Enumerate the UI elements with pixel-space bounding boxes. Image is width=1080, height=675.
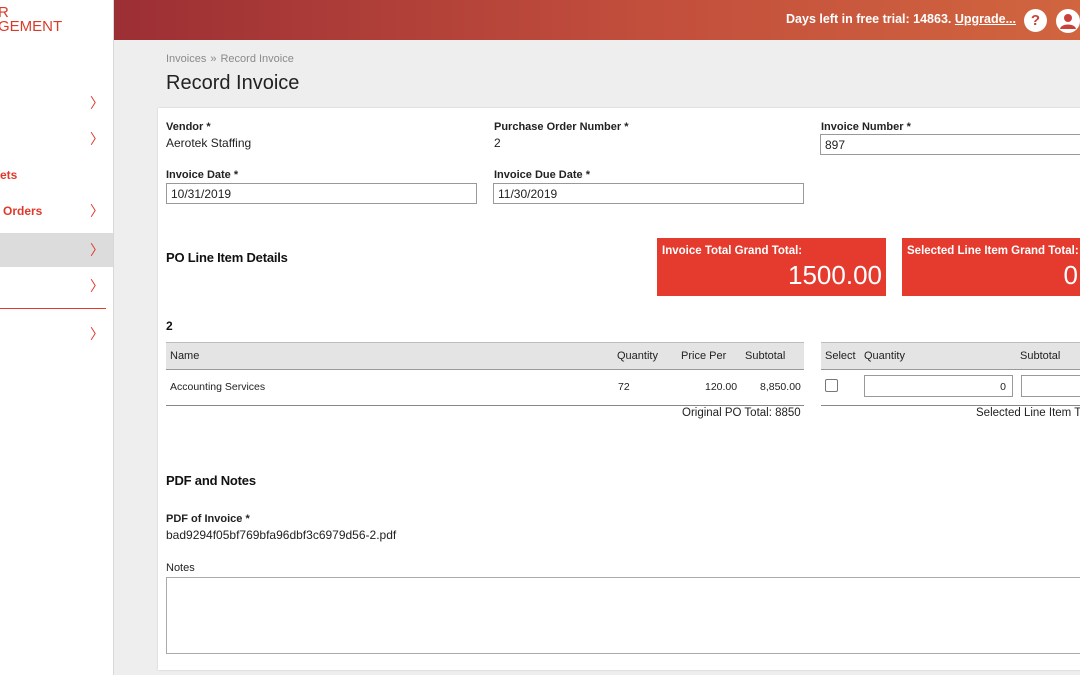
line-item-quantity-input[interactable]: 0 <box>864 375 1013 397</box>
column-name: Name <box>170 350 200 362</box>
line-item-select-checkbox[interactable] <box>825 379 838 392</box>
select-row-divider <box>821 405 1080 406</box>
chevron-right-icon: 〉 <box>90 278 104 294</box>
user-icon[interactable] <box>1056 9 1080 33</box>
sidebar-item-2[interactable]: 〉 <box>0 122 113 156</box>
breadcrumb-current: Record Invoice <box>220 53 294 65</box>
po-number-subheading: 2 <box>166 319 173 333</box>
po-number-label: Purchase Order Number * <box>494 121 629 133</box>
vendor-label: Vendor * <box>166 121 211 133</box>
invoice-number-label: Invoice Number * <box>821 121 911 133</box>
chevron-right-icon: 〉 <box>90 131 104 147</box>
invoice-total-value: 1500.00 <box>788 260 882 290</box>
vendor-value: Aerotek Staffing <box>166 136 252 150</box>
notes-label: Notes <box>166 562 195 574</box>
invoice-due-date-input[interactable]: 11/30/2019 <box>493 183 804 204</box>
breadcrumb-separator: » <box>210 53 217 65</box>
column-select-subtotal: Subtotal <box>1020 350 1061 362</box>
sidebar-item-label: Orders <box>3 204 43 218</box>
original-po-total: Original PO Total: 8850 <box>682 407 801 419</box>
row-price-per: 120.00 <box>705 381 738 393</box>
app-logo[interactable]: R GEMENT <box>0 5 63 35</box>
selected-total-box: Selected Line Item Grand Total: 0 <box>902 238 1080 296</box>
column-subtotal: Subtotal <box>745 350 786 362</box>
sidebar-item-invoices[interactable]: 〉 <box>0 233 113 267</box>
selected-total-label: Selected Line Item Grand Total: <box>907 245 1079 257</box>
breadcrumb-invoices-link[interactable]: Invoices <box>166 53 206 65</box>
po-number-value: 2 <box>494 136 501 150</box>
po-line-item-details-heading: PO Line Item Details <box>166 250 288 265</box>
invoice-due-date-label: Invoice Due Date * <box>494 169 590 181</box>
user-avatar-glyph <box>1060 14 1076 29</box>
chevron-right-icon: 〉 <box>90 95 104 111</box>
sidebar-item-budgets[interactable]: ets <box>0 158 113 192</box>
invoice-total-label: Invoice Total Grand Total: <box>662 245 803 257</box>
help-icon[interactable]: ? <box>1024 9 1047 32</box>
sidebar-item-purchase-orders[interactable]: Orders 〉 <box>0 194 113 228</box>
invoice-number-input[interactable]: 897 <box>820 134 1080 155</box>
upgrade-link[interactable]: Upgrade... <box>955 12 1016 26</box>
row-quantity: 72 <box>618 381 630 393</box>
column-select-quantity: Quantity <box>864 350 905 362</box>
pdf-filename[interactable]: bad9294f05bf769bfa96dbf3c6979d56-2.pdf <box>166 528 396 542</box>
column-price-per: Price Per <box>681 350 727 362</box>
row-subtotal: 8,850.00 <box>760 381 801 393</box>
trial-status: Days left in free trial: 14863. Upgrade.… <box>786 12 1016 26</box>
chevron-right-icon: 〉 <box>90 242 104 258</box>
line-item-subtotal-input[interactable] <box>1021 375 1080 397</box>
sidebar-item-1[interactable]: 〉 <box>0 86 113 120</box>
table-row-divider <box>166 405 804 406</box>
chevron-right-icon: 〉 <box>90 326 104 342</box>
invoice-date-label: Invoice Date * <box>166 169 239 181</box>
po-table-header: Name Quantity Price Per Subtotal <box>166 342 804 370</box>
sidebar-item-label: ets <box>0 168 18 182</box>
trial-days-text: Days left in free trial: 14863. <box>786 12 952 26</box>
notes-textarea[interactable] <box>166 577 1080 654</box>
column-quantity: Quantity <box>617 350 658 362</box>
row-name: Accounting Services <box>170 381 266 393</box>
breadcrumb: Invoices » Record Invoice <box>166 53 294 65</box>
sidebar-item-6[interactable]: 〉 <box>0 269 113 303</box>
column-select: Select <box>825 350 856 362</box>
pdf-label: PDF of Invoice * <box>166 513 250 525</box>
selected-total-value: 0 <box>1063 260 1078 290</box>
selected-line-item-total: Selected Line Item T <box>976 407 1080 419</box>
page-title: Record Invoice <box>166 72 300 94</box>
sidebar-item-7[interactable]: 〉 <box>0 317 113 351</box>
select-table-header: Select Quantity Subtotal <box>821 342 1080 370</box>
chevron-right-icon: 〉 <box>90 203 104 219</box>
invoice-date-input[interactable]: 10/31/2019 <box>166 183 477 204</box>
sidebar-divider <box>0 308 106 309</box>
logo-line-2: GEMENT <box>0 18 63 35</box>
sidebar: R GEMENT 〉 〉 ets Orders 〉 〉 〉 〉 <box>0 0 114 675</box>
top-bar: Days left in free trial: 14863. Upgrade.… <box>114 0 1080 40</box>
pdf-and-notes-heading: PDF and Notes <box>166 473 256 488</box>
invoice-total-box: Invoice Total Grand Total: 1500.00 <box>657 238 886 296</box>
